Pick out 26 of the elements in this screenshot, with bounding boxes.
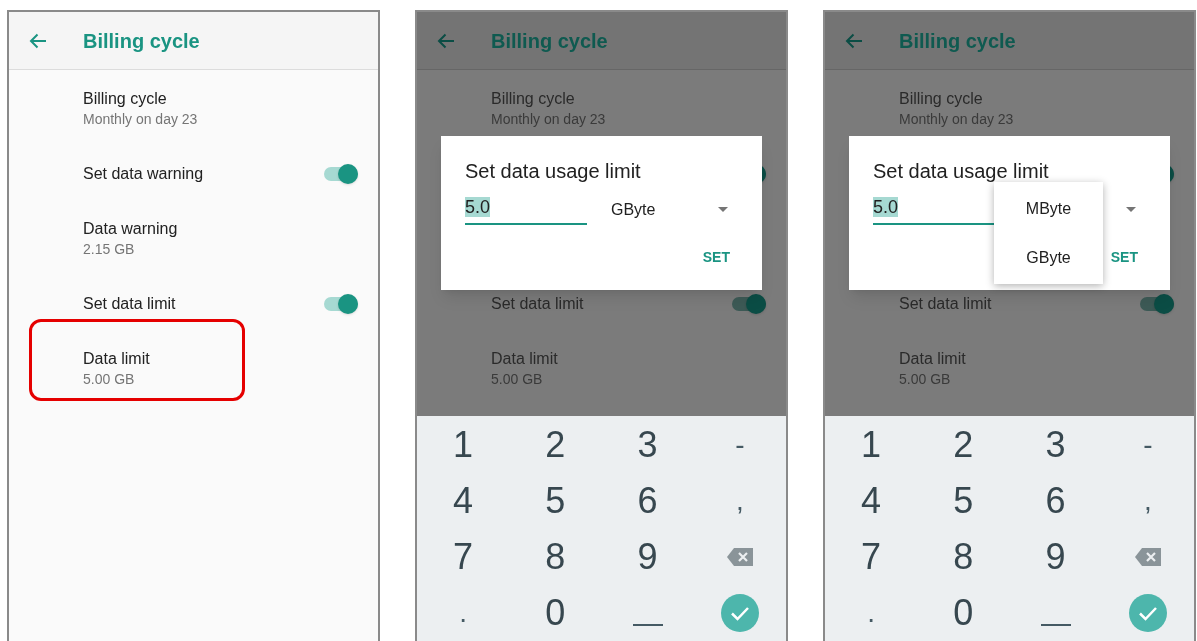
setting-title: Data limit — [491, 349, 559, 369]
setting-title: Data limit — [83, 349, 151, 369]
setting-title: Billing cycle — [83, 89, 168, 109]
dialog-title: Set data usage limit — [873, 159, 1050, 184]
screen-title: Billing cycle — [491, 28, 608, 54]
screen-title: Billing cycle — [83, 28, 200, 54]
setting-title: Set data limit — [899, 294, 993, 314]
setting-summary: 5.00 GB — [83, 370, 136, 389]
setting-summary: Monthly on day 23 — [83, 110, 199, 129]
setting-title: Set data warning — [83, 164, 205, 184]
setting-summary: 5.00 GB — [899, 370, 952, 389]
setting-title: Billing cycle — [491, 89, 576, 109]
value-text: 5.0 — [465, 197, 491, 217]
setting-summary: Monthly on day 23 — [491, 110, 607, 129]
setting-title: Data warning — [83, 219, 179, 239]
setting-summary: 2.15 GB — [83, 240, 136, 259]
setting-summary: Monthly on day 23 — [899, 110, 1015, 129]
setting-title: Billing cycle — [899, 89, 984, 109]
unit-text: GByte — [611, 199, 656, 220]
screen-title: Billing cycle — [899, 28, 1016, 54]
setting-title: Data limit — [899, 349, 967, 369]
setting-title: Set data limit — [83, 294, 177, 314]
setting-summary: 5.00 GB — [491, 370, 544, 389]
value-text: 5.0 — [873, 197, 899, 217]
setting-title: Set data limit — [491, 294, 585, 314]
dialog-title: Set data usage limit — [465, 159, 642, 184]
